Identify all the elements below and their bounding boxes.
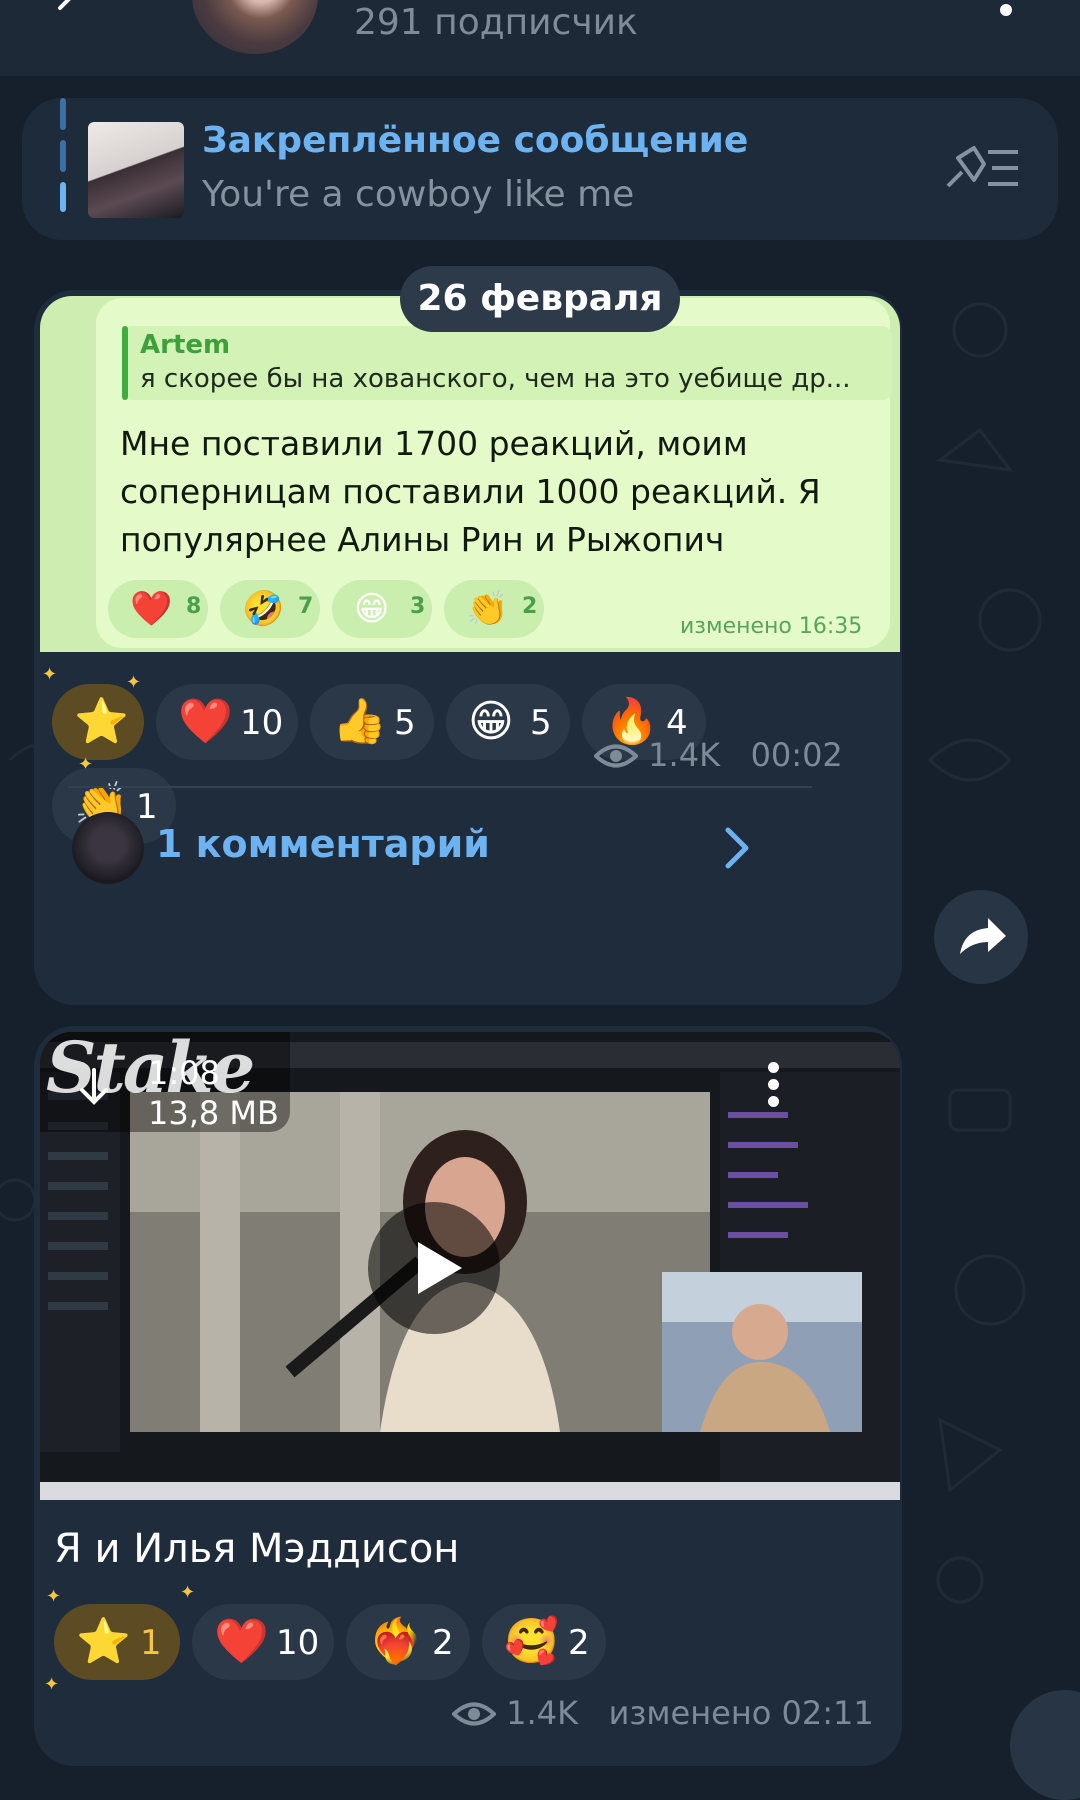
views-count: 1.4K — [648, 736, 721, 774]
comments-link[interactable]: 1 комментарий — [156, 822, 490, 866]
heart-on-fire-icon: ❤️‍🔥 — [368, 1616, 423, 1667]
post-time: 00:02 — [750, 736, 843, 774]
reaction-heart[interactable]: ❤️ 10 — [156, 684, 298, 760]
thumbs-up-icon: 👍 — [332, 696, 387, 747]
video-duration: 1:08 — [148, 1054, 220, 1092]
sparkle-icon: ✦ — [42, 664, 58, 685]
star-icon: ⭐ — [74, 696, 129, 747]
grin-icon: 😁 — [354, 589, 390, 629]
reaction-count: 1 — [140, 1623, 162, 1663]
sticker-reaction: 👏 2 — [444, 580, 544, 638]
reaction-count: 5 — [394, 703, 416, 743]
pinned-title: Закреплённое сообщение — [202, 120, 749, 161]
chevron-right-icon[interactable] — [722, 826, 752, 870]
reaction-heart[interactable]: ❤️ 10 — [192, 1604, 334, 1680]
reaction-count: 1 — [136, 787, 158, 827]
post-meta: 1.4K 00:02 — [593, 736, 843, 774]
reaction-count: 2 — [522, 594, 538, 619]
subscriber-count: 291 подписчик — [354, 2, 638, 43]
pin-indicator — [60, 98, 66, 130]
channel-avatar[interactable] — [192, 0, 318, 54]
video-menu-icon[interactable] — [768, 1062, 780, 1108]
smiling-hearts-icon: 🥰 — [504, 1616, 559, 1667]
reaction-count: 2 — [432, 1623, 454, 1663]
video-size: 13,8 MB — [148, 1094, 279, 1132]
reply-author: Artem — [140, 330, 231, 360]
message-text: Мне поставили 1700 реакций, моим соперни… — [120, 424, 821, 559]
pin-indicator — [60, 182, 66, 212]
share-arrow-icon — [960, 918, 1006, 954]
pinned-thumbnail — [88, 122, 184, 218]
reaction-heart-on-fire[interactable]: ❤️‍🔥 2 — [346, 1604, 470, 1680]
more-vertical-icon[interactable] — [1000, 4, 1012, 16]
sticker-reaction: 🤣 7 — [220, 580, 320, 638]
channel-header: 291 подписчик — [0, 0, 1080, 76]
views-eye-icon — [451, 1702, 497, 1726]
date-chip: 26 февраля — [400, 266, 680, 332]
commenter-avatar — [72, 812, 144, 884]
reaction-count: 5 — [530, 703, 552, 743]
sticker-edited-time: изменено 16:35 — [680, 614, 863, 639]
reaction-star[interactable]: ⭐ 1 — [54, 1604, 180, 1680]
reaction-count: 7 — [298, 594, 314, 619]
rofl-icon: 🤣 — [242, 589, 285, 629]
reaction-count: 10 — [240, 703, 284, 743]
sticker-screenshot: Artem я скорее бы на хованского, чем на … — [40, 296, 900, 652]
play-icon — [418, 1242, 462, 1294]
sparkle-icon: ✦ — [46, 1586, 62, 1607]
edited-time: изменено 02:11 — [608, 1694, 874, 1732]
sticker-reaction: ❤️ 8 — [108, 580, 208, 638]
star-icon: ⭐ — [76, 1616, 131, 1667]
video-player[interactable]: Stake 1:08 13,8 MB — [40, 1032, 900, 1500]
reaction-thumbs-up[interactable]: 👍 5 — [310, 684, 434, 760]
views-eye-icon — [593, 744, 639, 768]
reply-bar — [122, 326, 128, 400]
reply-text: я скорее бы на хованского, чем на это уе… — [140, 364, 851, 394]
divider — [68, 786, 812, 788]
post-caption: Я и Илья Мэддисон — [54, 1526, 460, 1572]
download-icon — [80, 1068, 108, 1105]
sparkle-icon: ✦ — [126, 672, 142, 693]
pin-indicator — [60, 140, 66, 172]
reaction-grin[interactable]: 😁 5 — [446, 684, 570, 760]
pinned-message-bar[interactable]: Закреплённое сообщение You're a cowboy l… — [22, 98, 1058, 240]
pin-list-icon[interactable] — [944, 144, 1022, 194]
sparkle-icon: ✦ — [44, 1674, 60, 1695]
reaction-count: 3 — [410, 594, 426, 619]
reaction-count: 10 — [276, 1623, 320, 1663]
play-button[interactable] — [368, 1202, 500, 1334]
channel-post[interactable]: Artem я скорее бы на хованского, чем на … — [34, 290, 902, 1005]
reaction-count: 8 — [186, 594, 202, 619]
reaction-star[interactable]: ⭐ — [52, 684, 144, 760]
views-count: 1.4K — [506, 1694, 579, 1732]
pinned-text: You're a cowboy like me — [202, 174, 635, 215]
heart-icon: ❤️ — [214, 1616, 269, 1667]
clap-icon: 👏 — [466, 589, 509, 629]
sticker-reaction: 😁 3 — [332, 580, 432, 638]
reaction-smiling-hearts[interactable]: 🥰 2 — [482, 1604, 606, 1680]
post-meta: 1.4K изменено 02:11 — [451, 1694, 874, 1732]
channel-post[interactable]: Stake 1:08 13,8 MB Я и Илья Мэддисон ⭐ 1… — [34, 1026, 902, 1766]
heart-icon: ❤️ — [130, 589, 173, 629]
share-button[interactable] — [934, 890, 1028, 984]
grin-icon: 😁 — [468, 696, 514, 747]
heart-icon: ❤️ — [178, 696, 233, 747]
back-arrow-icon[interactable] — [52, 0, 92, 26]
reaction-count: 2 — [568, 1623, 590, 1663]
sparkle-icon: ✦ — [180, 1582, 196, 1603]
